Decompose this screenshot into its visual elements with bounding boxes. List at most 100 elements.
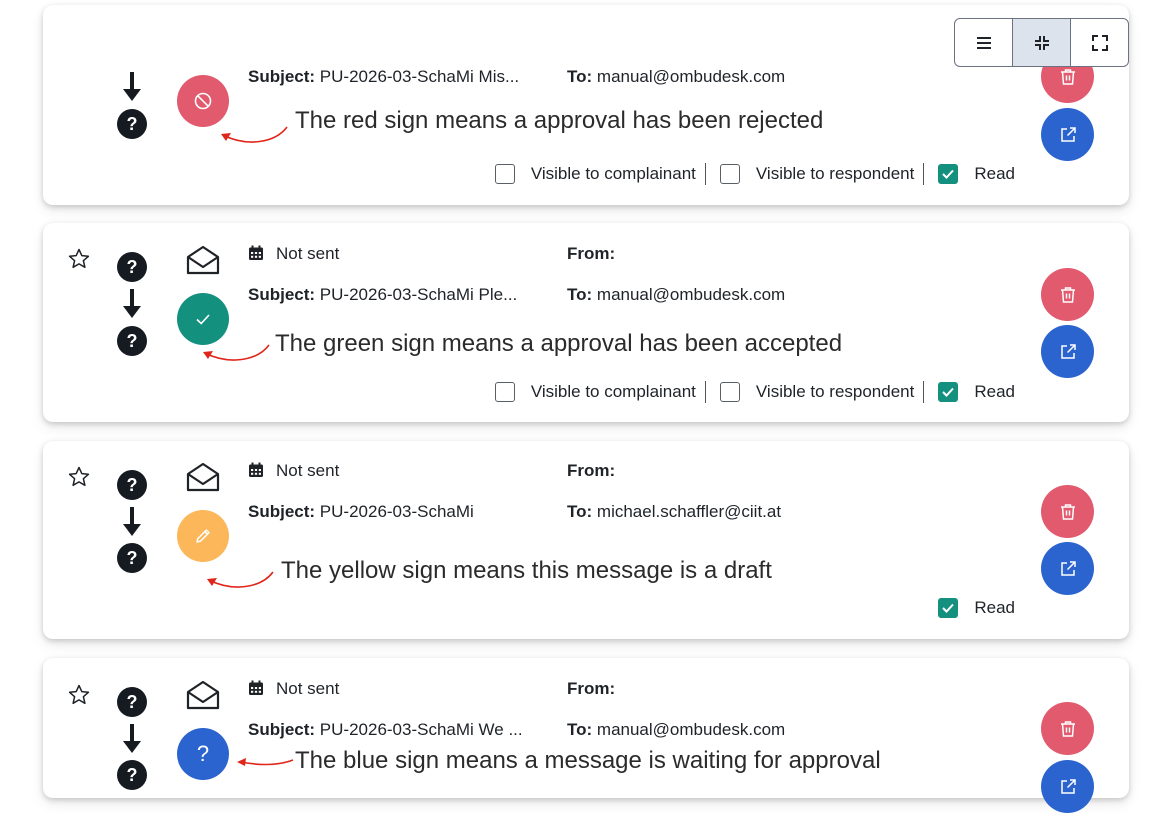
to-value: manual@ombudesk.com bbox=[596, 720, 786, 739]
annotation-text: The blue sign means a message is waiting… bbox=[295, 747, 881, 774]
checkbox-label: Read bbox=[974, 382, 1015, 401]
status-pending-icon: ? bbox=[177, 728, 229, 780]
checkbox-box-checked[interactable] bbox=[938, 164, 959, 184]
checkbox-box[interactable] bbox=[494, 382, 515, 402]
subject-line: Subject: PU-2026-03-SchaMi bbox=[248, 502, 474, 522]
envelope-open-icon bbox=[186, 245, 220, 275]
list-view-button[interactable] bbox=[955, 19, 1013, 66]
expand-view-button[interactable] bbox=[1071, 19, 1128, 66]
visible-to-respondent-checkbox[interactable]: Visible to respondent bbox=[719, 382, 914, 402]
to-value: michael.schaffler@ciit.at bbox=[596, 502, 782, 521]
to-label: To: bbox=[567, 67, 593, 86]
from-line: From: bbox=[567, 679, 615, 699]
star-icon[interactable] bbox=[67, 465, 91, 489]
sent-status-text: Not sent bbox=[276, 244, 340, 263]
status-rejected-icon bbox=[177, 75, 229, 127]
view-toolbar bbox=[954, 18, 1129, 67]
subject-line: Subject: PU-2026-03-SchaMi We ... bbox=[248, 720, 523, 740]
direction-arrow-icon bbox=[123, 289, 141, 318]
visible-to-complainant-checkbox[interactable]: Visible to complainant bbox=[494, 382, 696, 402]
sent-status: Not sent bbox=[248, 679, 339, 699]
from-label: From: bbox=[567, 461, 616, 480]
collapse-view-button[interactable] bbox=[1013, 19, 1071, 66]
sender-unknown-icon: ? bbox=[117, 687, 147, 717]
sent-status: Not sent bbox=[248, 244, 339, 264]
external-link-icon bbox=[1060, 126, 1076, 142]
visible-to-complainant-checkbox[interactable]: Visible to complainant bbox=[494, 164, 696, 184]
visible-to-respondent-checkbox[interactable]: Visible to respondent bbox=[719, 164, 915, 184]
from-line: From: bbox=[567, 244, 615, 264]
recipient-unknown-icon: ? bbox=[117, 326, 147, 356]
visibility-options: Visible to complainant Visible to respon… bbox=[494, 381, 1015, 403]
to-value: manual@ombudesk.com bbox=[596, 67, 786, 86]
sent-status-text: Not sent bbox=[276, 679, 340, 698]
message-card-accepted[interactable]: ? ? The green sign means a approval has … bbox=[43, 223, 1129, 422]
annotation-arrow bbox=[221, 126, 288, 143]
trash-icon bbox=[1060, 720, 1075, 737]
subject-line: Subject: PU-2026-03-SchaMi Ple... bbox=[248, 285, 517, 305]
star-icon[interactable] bbox=[67, 683, 91, 707]
checkbox-box-checked[interactable] bbox=[938, 382, 959, 402]
read-checkbox[interactable]: Read bbox=[938, 382, 1015, 402]
annotation-text: The red sign means a approval has been r… bbox=[295, 107, 824, 134]
read-checkbox[interactable]: Read bbox=[938, 598, 1015, 618]
checkbox-box-checked[interactable] bbox=[938, 598, 959, 618]
envelope-open-icon bbox=[186, 680, 220, 710]
to-line: To: manual@ombudesk.com bbox=[567, 67, 785, 87]
checkbox-box[interactable] bbox=[719, 382, 740, 402]
sender-unknown-icon: ? bbox=[117, 252, 147, 282]
direction-arrow-icon bbox=[123, 724, 141, 753]
recipient-unknown-icon: ? bbox=[117, 543, 147, 573]
visibility-options: Read bbox=[938, 598, 1015, 618]
checkbox-label: Visible to respondent bbox=[755, 164, 915, 183]
subject-value: PU-2026-03-SchaMi Mis... bbox=[319, 67, 520, 86]
external-link-icon bbox=[1060, 560, 1076, 576]
to-line: To: michael.schaffler@ciit.at bbox=[567, 502, 781, 522]
sender-unknown-icon: ? bbox=[117, 470, 147, 500]
open-button[interactable] bbox=[1041, 760, 1094, 813]
external-link-icon bbox=[1060, 343, 1076, 359]
expand-icon bbox=[1091, 34, 1108, 51]
checkbox-label: Visible to complainant bbox=[530, 164, 696, 183]
delete-button[interactable] bbox=[1041, 702, 1094, 755]
open-button[interactable] bbox=[1041, 108, 1094, 161]
subject-label: Subject: bbox=[248, 502, 316, 521]
delete-button[interactable] bbox=[1041, 485, 1094, 538]
sent-status: Not sent bbox=[248, 461, 339, 481]
subject-label: Subject: bbox=[248, 285, 316, 304]
to-label: To: bbox=[567, 720, 593, 739]
from-label: From: bbox=[567, 679, 616, 698]
calendar-icon bbox=[249, 462, 263, 477]
collapse-icon bbox=[1034, 35, 1049, 50]
trash-icon bbox=[1060, 68, 1075, 85]
checkbox-label: Read bbox=[974, 164, 1015, 183]
recipient-unknown-icon: ? bbox=[117, 109, 147, 139]
message-card-draft[interactable]: ? ? The yellow sign means this message i… bbox=[43, 441, 1129, 639]
checkbox-label: Visible to complainant bbox=[530, 382, 696, 401]
star-icon[interactable] bbox=[67, 247, 91, 271]
check-icon bbox=[942, 387, 955, 397]
check-icon bbox=[942, 169, 955, 179]
checkbox-box[interactable] bbox=[494, 164, 515, 184]
divider bbox=[704, 381, 706, 403]
envelope-open-icon bbox=[186, 462, 220, 492]
subject-value: PU-2026-03-SchaMi bbox=[319, 502, 474, 521]
open-button[interactable] bbox=[1041, 325, 1094, 378]
to-label: To: bbox=[567, 285, 593, 304]
open-button[interactable] bbox=[1041, 542, 1094, 595]
divider bbox=[704, 163, 706, 185]
status-draft-icon bbox=[177, 510, 229, 562]
to-label: To: bbox=[567, 502, 593, 521]
list-icon bbox=[976, 36, 991, 49]
calendar-icon bbox=[249, 245, 263, 260]
delete-button[interactable] bbox=[1041, 268, 1094, 321]
direction-arrow-icon bbox=[123, 72, 141, 101]
subject-label: Subject: bbox=[248, 720, 316, 739]
direction-arrow-icon bbox=[123, 507, 141, 536]
checkbox-box[interactable] bbox=[719, 164, 740, 184]
calendar-icon bbox=[249, 680, 263, 695]
checkbox-label: Read bbox=[974, 598, 1015, 617]
read-checkbox[interactable]: Read bbox=[938, 164, 1015, 184]
subject-label: Subject: bbox=[248, 67, 316, 86]
message-card-pending[interactable]: ? ? ? The blue sign means a message is w… bbox=[43, 658, 1129, 813]
